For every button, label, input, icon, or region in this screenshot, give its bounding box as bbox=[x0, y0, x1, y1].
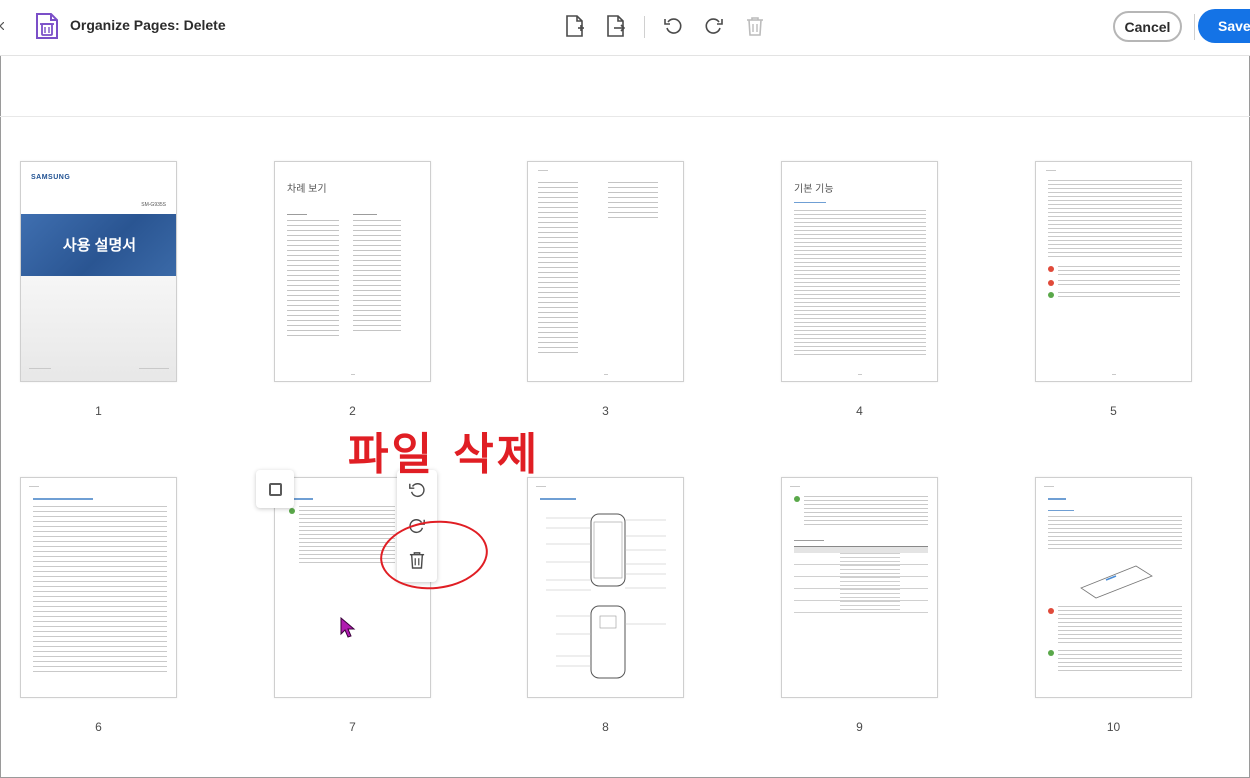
page-footer bbox=[1112, 374, 1116, 375]
body-text bbox=[794, 210, 926, 358]
page-number-2: 2 bbox=[349, 404, 356, 418]
extract-page-button[interactable] bbox=[604, 14, 628, 38]
rotate-left-icon bbox=[409, 483, 425, 498]
body-text bbox=[1058, 606, 1182, 646]
section-heading bbox=[794, 202, 826, 203]
page-thumbnail-2[interactable]: 차례 보기 bbox=[274, 161, 431, 382]
body-text bbox=[1058, 280, 1180, 288]
page-number-4: 4 bbox=[856, 404, 863, 418]
section-heading bbox=[33, 498, 93, 500]
page-header bbox=[29, 486, 39, 487]
rotate-right-icon bbox=[705, 18, 723, 34]
note-icon bbox=[1048, 292, 1054, 298]
toolbar-divider bbox=[644, 16, 645, 38]
mouse-cursor-icon bbox=[340, 617, 356, 638]
cover-title: 사용 설명서 bbox=[62, 237, 137, 254]
page-thumbnail-5[interactable] bbox=[1035, 161, 1192, 382]
section-heading bbox=[1048, 498, 1066, 500]
page-number-5: 5 bbox=[1110, 404, 1117, 418]
checkbox-icon bbox=[268, 482, 282, 496]
toc-col-left bbox=[538, 182, 578, 354]
page-footer bbox=[351, 374, 355, 375]
phone-diagram bbox=[546, 513, 666, 679]
page-number-9: 9 bbox=[856, 720, 863, 734]
organize-pages-icon bbox=[36, 13, 58, 39]
subsection-heading bbox=[1048, 510, 1074, 511]
page-header bbox=[790, 486, 800, 487]
toc-col-right bbox=[608, 182, 658, 222]
page-select-checkbox[interactable] bbox=[256, 470, 294, 508]
page-thumbnail-9[interactable] bbox=[781, 477, 938, 698]
page-title: Organize Pages: Delete bbox=[70, 17, 226, 33]
rotate-left-icon bbox=[664, 18, 682, 34]
page-number-8: 8 bbox=[602, 720, 609, 734]
body-text bbox=[1058, 650, 1182, 672]
extract-page-icon bbox=[607, 15, 626, 37]
body-text bbox=[1048, 180, 1182, 258]
delete-icon bbox=[747, 17, 763, 36]
secondary-bar bbox=[0, 57, 1250, 117]
toolbar-divider-right bbox=[1194, 14, 1195, 40]
save-button[interactable]: Save bbox=[1198, 9, 1250, 43]
cover-lower bbox=[21, 276, 176, 381]
page-header bbox=[538, 170, 548, 171]
page-thumbnail-8[interactable] bbox=[527, 477, 684, 698]
page-number-7: 7 bbox=[349, 720, 356, 734]
body-text bbox=[1058, 266, 1180, 278]
page-header bbox=[1044, 486, 1054, 487]
page-footer bbox=[858, 374, 862, 375]
note-icon bbox=[1048, 650, 1054, 656]
text-line bbox=[353, 214, 377, 215]
page-thumbnail-6[interactable] bbox=[20, 477, 177, 698]
section-heading bbox=[794, 540, 824, 541]
note-icon bbox=[289, 508, 295, 514]
page-thumbnail-4[interactable]: 기본 기능 bbox=[781, 161, 938, 382]
body-text bbox=[804, 496, 928, 528]
section-heading bbox=[540, 498, 576, 500]
cover-footer-right bbox=[139, 368, 169, 369]
note-icon bbox=[794, 496, 800, 502]
page-thumbnail-3[interactable] bbox=[527, 161, 684, 382]
toc-col-right bbox=[353, 220, 401, 332]
page-footer bbox=[604, 374, 608, 375]
rotate-left-button[interactable] bbox=[661, 14, 685, 38]
warning-icon bbox=[1048, 266, 1054, 272]
page-header bbox=[1046, 170, 1056, 171]
insert-page-button[interactable] bbox=[563, 14, 587, 38]
sim-illustration bbox=[1080, 565, 1153, 599]
cover-model: SM-G935S bbox=[141, 202, 166, 208]
page-heading: 차례 보기 bbox=[287, 184, 327, 195]
body-text bbox=[1058, 292, 1180, 300]
page-number-3: 3 bbox=[602, 404, 609, 418]
cover-footer-left bbox=[29, 368, 51, 369]
page-thumbnail-10[interactable] bbox=[1035, 477, 1192, 698]
body-text bbox=[1048, 516, 1182, 552]
page-thumbnail-1[interactable]: SAMSUNG SM-G935S 사용 설명서 bbox=[20, 161, 177, 382]
annotation-label: 파일 삭제 bbox=[348, 429, 541, 480]
page-number-10: 10 bbox=[1106, 720, 1121, 734]
warning-icon bbox=[1048, 608, 1054, 614]
toc-col-left bbox=[287, 220, 339, 340]
cancel-button[interactable]: Cancel bbox=[1113, 11, 1182, 42]
page-header bbox=[536, 486, 546, 487]
delete-button[interactable] bbox=[743, 14, 767, 38]
page-number-1: 1 bbox=[95, 404, 102, 418]
body-text bbox=[33, 506, 167, 676]
cover-brand: SAMSUNG bbox=[31, 174, 71, 181]
text-line bbox=[287, 214, 307, 215]
caution-icon bbox=[1048, 280, 1054, 286]
rotate-right-button[interactable] bbox=[702, 14, 726, 38]
insert-page-icon bbox=[566, 15, 584, 37]
toolbar: Organize Pages: Delete Cancel Save bbox=[0, 0, 1250, 56]
key-table bbox=[794, 546, 928, 613]
page-number-6: 6 bbox=[95, 720, 102, 734]
page-heading: 기본 기능 bbox=[794, 184, 834, 195]
back-arrow-icon[interactable] bbox=[0, 22, 4, 30]
